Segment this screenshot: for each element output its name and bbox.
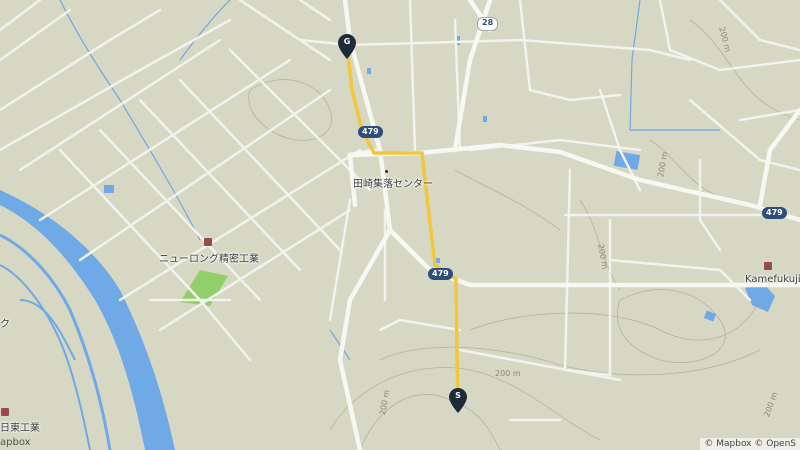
factory-icon bbox=[201, 237, 212, 248]
map-canvas[interactable]: 479 479 479 28 田崎集落センター ニューロング精密工業 日東工業 … bbox=[0, 0, 800, 450]
map-base-layer bbox=[0, 0, 800, 450]
place-label-community-center: 田崎集落センター bbox=[353, 169, 433, 190]
road-shield-479: 479 bbox=[428, 268, 453, 280]
road-shield-28: 28 bbox=[477, 17, 499, 31]
mapbox-logo[interactable]: apbox bbox=[0, 437, 31, 448]
place-label-factory-1: ニューロング精密工業 bbox=[159, 238, 259, 265]
road-shield-479: 479 bbox=[358, 126, 383, 138]
goal-marker-icon[interactable]: G bbox=[338, 34, 356, 60]
minor-roads bbox=[0, 0, 800, 422]
place-label-factory-2: 日東工業 bbox=[0, 408, 40, 434]
place-label-kamefukuji: Kamefukuji Te bbox=[745, 262, 800, 285]
poi-dot-icon bbox=[385, 166, 392, 177]
factory-icon bbox=[0, 407, 9, 418]
start-marker-label: S bbox=[455, 391, 461, 400]
river bbox=[0, 190, 175, 450]
start-marker-icon[interactable]: S bbox=[449, 388, 467, 414]
goal-marker-label: G bbox=[343, 37, 351, 46]
place-label-left-edge: ク bbox=[0, 319, 10, 330]
map-attribution[interactable]: © Mapbox © OpenS bbox=[700, 438, 800, 450]
contour-label: 200 m bbox=[495, 369, 521, 378]
route-line bbox=[346, 53, 460, 402]
road-shield-479: 479 bbox=[762, 207, 787, 219]
contour-lines bbox=[248, 19, 800, 450]
poi-icon bbox=[761, 261, 772, 272]
